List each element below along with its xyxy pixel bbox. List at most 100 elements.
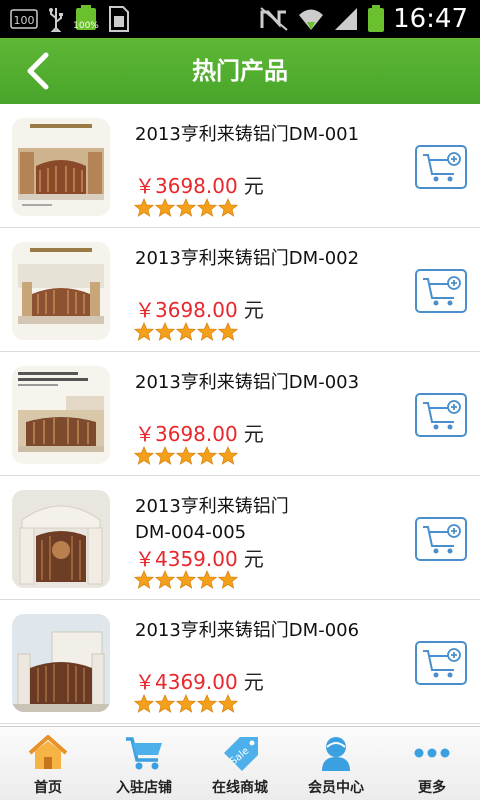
member-icon — [322, 737, 350, 771]
star-icon — [155, 570, 175, 589]
tab-home[interactable]: 首页 — [0, 727, 96, 800]
star-icon — [134, 198, 154, 217]
product-price: ￥3698.00 — [135, 422, 238, 446]
add-to-cart-icon — [423, 276, 461, 306]
battery-percent-label: 100% — [73, 21, 99, 31]
star-icon — [155, 198, 175, 217]
cell-signal-icon — [333, 6, 359, 32]
no-signal-icon — [259, 6, 289, 32]
star-icon — [197, 694, 217, 713]
top-nav-bar: 热门产品 — [0, 38, 480, 104]
currency-unit: 元 — [243, 547, 264, 571]
add-to-cart-button[interactable] — [415, 393, 467, 437]
product-name[interactable]: 2013亨利来铸铝门DM-004-005 — [135, 494, 305, 546]
star-icon — [197, 198, 217, 217]
currency-unit: 元 — [243, 422, 264, 446]
add-to-cart-icon — [423, 648, 461, 678]
list-item[interactable]: 2013亨利来铸铝门DM-001 ￥3698.00 元 — [0, 104, 480, 228]
tab-label: 在线商城 — [212, 780, 268, 796]
star-icon — [176, 198, 196, 217]
product-price: ￥3698.00 — [135, 298, 238, 322]
tab-label: 首页 — [34, 780, 62, 796]
star-icon — [197, 446, 217, 465]
usb-icon — [48, 6, 64, 32]
sim-card-icon — [108, 6, 130, 32]
price-row: ￥3698.00 元 — [135, 418, 264, 447]
tab-label: 入驻店铺 — [116, 780, 172, 796]
star-icon — [176, 322, 196, 341]
chevron-left-icon — [27, 52, 49, 90]
notification-counter-icon: 100 — [10, 9, 38, 29]
product-price: ￥4359.00 — [135, 547, 238, 571]
page-title: 热门产品 — [192, 57, 288, 85]
star-icon — [176, 570, 196, 589]
tab-stores[interactable]: 入驻店铺 — [96, 727, 192, 800]
product-price: ￥4369.00 — [135, 670, 238, 694]
product-thumbnail[interactable] — [12, 614, 110, 712]
star-icon — [197, 570, 217, 589]
star-icon — [134, 322, 154, 341]
status-bar: 100 100% 16:47 — [0, 0, 480, 38]
tab-online-mall[interactable]: Sale 在线商城 — [192, 727, 288, 800]
list-item[interactable]: 2013亨利来铸铝门DM-002 ￥3698.00 元 — [0, 228, 480, 352]
currency-unit: 元 — [243, 298, 264, 322]
rating-stars — [134, 322, 238, 342]
tab-member-center[interactable]: 会员中心 — [288, 727, 384, 800]
sale-tag-icon: Sale — [224, 737, 258, 771]
add-to-cart-button[interactable] — [415, 517, 467, 561]
cart-icon — [126, 737, 162, 770]
price-row: ￥4359.00 元 — [135, 543, 264, 572]
product-list[interactable]: 2013亨利来铸铝门DM-001 ￥3698.00 元 2013亨利来铸铝门DM-… — [0, 104, 480, 726]
wifi-icon — [297, 6, 325, 32]
star-icon — [134, 570, 154, 589]
clock: 16:47 — [393, 4, 468, 34]
currency-unit: 元 — [243, 670, 264, 694]
svg-text:100: 100 — [14, 14, 35, 27]
price-row: ￥3698.00 元 — [135, 294, 264, 323]
star-icon — [155, 446, 175, 465]
add-to-cart-button[interactable] — [415, 641, 467, 685]
product-thumbnail[interactable] — [12, 490, 110, 588]
product-thumbnail[interactable] — [12, 242, 110, 340]
add-to-cart-button[interactable] — [415, 269, 467, 313]
star-icon — [155, 694, 175, 713]
tab-more[interactable]: 更多 — [384, 727, 480, 800]
list-item[interactable]: 2013亨利来铸铝门DM-004-005 ￥4359.00 元 — [0, 476, 480, 600]
star-icon — [218, 198, 238, 217]
product-thumbnail[interactable] — [12, 366, 110, 464]
home-icon — [28, 735, 68, 769]
price-row: ￥4369.00 元 — [135, 666, 264, 695]
more-icon — [414, 748, 450, 758]
rating-stars — [134, 446, 238, 466]
product-price: ￥3698.00 — [135, 174, 238, 198]
rating-stars — [134, 198, 238, 218]
bottom-tab-bar: 首页 入驻店铺 Sale 在线商城 会员中心 更多 — [0, 726, 480, 800]
list-item[interactable]: 2013亨利来铸铝门DM-003 ￥3698.00 元 — [0, 352, 480, 476]
rating-stars — [134, 694, 238, 714]
tab-label: 会员中心 — [308, 780, 364, 796]
product-thumbnail[interactable] — [12, 118, 110, 216]
product-name[interactable]: 2013亨利来铸铝门DM-003 — [135, 370, 370, 396]
add-to-cart-button[interactable] — [415, 145, 467, 189]
star-icon — [197, 322, 217, 341]
currency-unit: 元 — [243, 174, 264, 198]
back-button[interactable] — [22, 52, 58, 90]
star-icon — [218, 322, 238, 341]
product-name[interactable]: 2013亨利来铸铝门DM-006 — [135, 618, 370, 644]
battery-full-icon: 100% — [73, 4, 99, 34]
list-item[interactable]: 2013亨利来铸铝门DM-006 ￥4369.00 元 — [0, 600, 480, 724]
add-to-cart-icon — [423, 400, 461, 430]
star-icon — [176, 446, 196, 465]
product-name[interactable]: 2013亨利来铸铝门DM-002 — [135, 246, 370, 272]
star-icon — [218, 694, 238, 713]
price-row: ￥3698.00 元 — [135, 170, 264, 199]
star-icon — [176, 694, 196, 713]
star-icon — [218, 570, 238, 589]
star-icon — [134, 446, 154, 465]
tab-label: 更多 — [418, 780, 446, 796]
star-icon — [218, 446, 238, 465]
star-icon — [134, 694, 154, 713]
product-name[interactable]: 2013亨利来铸铝门DM-001 — [135, 122, 370, 148]
add-to-cart-icon — [423, 152, 461, 182]
star-icon — [155, 322, 175, 341]
